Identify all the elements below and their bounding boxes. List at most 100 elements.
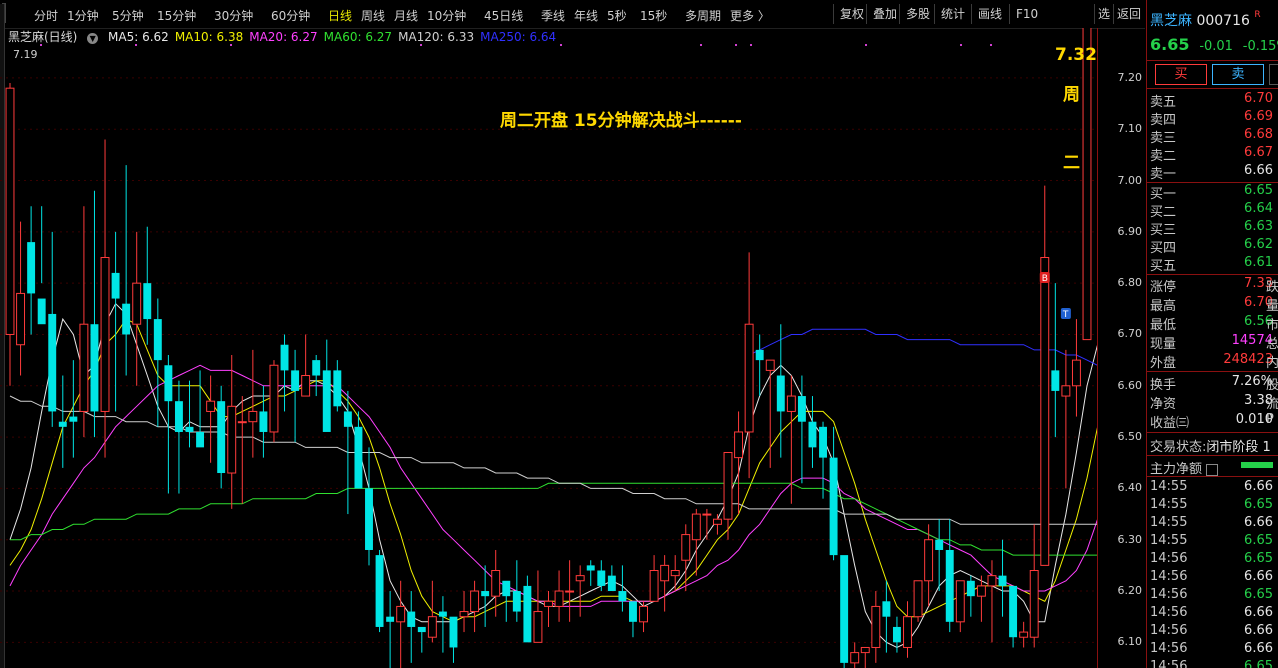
- candle-body-10: [111, 272, 120, 299]
- sell-button[interactable]: 卖: [1212, 64, 1264, 85]
- tick-row-6: 14:56 6.65: [1147, 587, 1278, 605]
- toolbar-button-4[interactable]: 画线: [971, 4, 1008, 24]
- candle-body-9: [100, 257, 110, 412]
- period-tab-3[interactable]: 15分钟: [157, 7, 196, 24]
- buy-button[interactable]: 买: [1155, 64, 1207, 85]
- tick-row-5: 14:56 6.66: [1147, 569, 1278, 587]
- candle-body-60: [639, 605, 648, 623]
- toolbar-button-2[interactable]: 多股: [899, 4, 936, 24]
- candle-body-26: [280, 344, 289, 371]
- period-tab-8[interactable]: 月线: [394, 7, 418, 24]
- stat-row-0: 涨停 7.33 跌: [1147, 276, 1278, 295]
- main-flow-icon[interactable]: [1206, 463, 1219, 476]
- period-tab-11[interactable]: 季线: [541, 7, 565, 24]
- stat-row-4: 外盘 248423 内: [1147, 352, 1278, 371]
- stat-row-2: 最低 6.56 市: [1147, 314, 1278, 333]
- period-tab-9[interactable]: 10分钟: [427, 7, 466, 24]
- period-tab-7[interactable]: 周线: [361, 7, 385, 24]
- candle-body-72: [765, 359, 775, 371]
- price-line: 6.65 -0.01 -0.15%: [1150, 35, 1278, 54]
- period-tab-12[interactable]: 年线: [574, 7, 598, 24]
- candle-body-51: [544, 600, 553, 607]
- period-tab-4[interactable]: 30分钟: [214, 7, 253, 24]
- tick-row-10: 14:56 6.65: [1147, 659, 1278, 668]
- top-marker-0: [40, 44, 42, 46]
- candle-body-78: [829, 457, 838, 556]
- candle-body-29: [312, 360, 321, 376]
- ask-row-0-value: 6.70: [1244, 91, 1273, 106]
- stat-row-0-label: 涨停: [1150, 280, 1177, 295]
- period-tab-5[interactable]: 60分钟: [271, 7, 310, 24]
- stat-row-4-label: 外盘: [1150, 356, 1177, 371]
- stat2-row-2: 收益㈢ 0.010 P: [1147, 412, 1278, 431]
- candle-body-65: [691, 513, 701, 541]
- stat-row-0-suffix: 跌: [1266, 280, 1278, 295]
- toolbar-far-button-0[interactable]: 选: [1094, 4, 1113, 24]
- price-tick-9: 6.30: [1117, 532, 1143, 546]
- ask-row-3: 卖二 6.67: [1147, 145, 1278, 164]
- candle-body-67: [712, 518, 722, 525]
- candle-body-61: [649, 570, 659, 602]
- candle-body-94: [998, 575, 1007, 586]
- more-button[interactable]: [1269, 64, 1278, 85]
- candle-body-27: [291, 370, 300, 391]
- last-price: 6.65: [1150, 35, 1190, 54]
- candle-body-35: [375, 555, 384, 627]
- candle-body-97: [1029, 570, 1039, 638]
- period-tab-15[interactable]: 多周期: [685, 7, 721, 24]
- candle-body-52: [554, 590, 564, 607]
- candle-body-8: [90, 324, 99, 412]
- candle-body-43: [459, 611, 469, 618]
- candle-body-101: [1071, 359, 1081, 387]
- candle-body-102: [1082, 28, 1092, 341]
- period-tab-0[interactable]: 分时: [34, 7, 58, 24]
- tick-row-6-label: 14:56: [1150, 587, 1188, 602]
- candle-body-7: [79, 323, 89, 412]
- candle-body-82: [871, 605, 881, 648]
- tick-row-10-label: 14:56: [1150, 659, 1188, 668]
- quote-panel: 黑芝麻 000716 R 6.65 -0.01 -0.15% 买 卖 卖五 6.7…: [1146, 0, 1278, 668]
- period-tab-16[interactable]: 更多 〉: [730, 7, 770, 24]
- period-tab-2[interactable]: 5分钟: [112, 7, 144, 24]
- ma-line-ma10: [9, 318, 1097, 623]
- ask-row-4-label: 卖一: [1150, 167, 1177, 182]
- candle-body-86: [913, 580, 923, 618]
- candle-body-17: [185, 426, 194, 432]
- candle-body-76: [808, 421, 817, 448]
- period-tab-6[interactable]: 日线: [328, 7, 352, 24]
- tick-row-10-value: 6.65: [1244, 659, 1273, 668]
- toolbar-button-3[interactable]: 统计: [934, 4, 971, 24]
- period-tab-10[interactable]: 45日线: [484, 7, 523, 24]
- stat-row-1-suffix: 量: [1266, 299, 1278, 314]
- stat-row-2-label: 最低: [1150, 318, 1177, 333]
- period-tab-14[interactable]: 15秒: [640, 7, 667, 24]
- candle-body-11: [122, 303, 131, 335]
- top-marker-3: [420, 44, 422, 46]
- candle-body-22: [237, 421, 247, 424]
- candle-body-58: [618, 591, 627, 602]
- price-tick-8: 6.40: [1117, 481, 1143, 495]
- price-tick-11: 6.10: [1117, 635, 1143, 649]
- candle-body-88: [935, 539, 944, 550]
- candle-body-95: [1009, 585, 1018, 638]
- toolbar-button-1[interactable]: 叠加: [866, 4, 903, 24]
- period-tab-1[interactable]: 1分钟: [67, 7, 99, 24]
- bid-row-4-label: 买五: [1150, 259, 1177, 274]
- trade-status: 交易状态:闭市阶段 1: [1150, 436, 1271, 455]
- toolbar-button-5[interactable]: F10: [1009, 4, 1044, 24]
- toolbar-far-button-1[interactable]: 返回: [1113, 4, 1144, 24]
- price-tick-5: 6.70: [1117, 327, 1143, 341]
- candle-body-33: [354, 426, 363, 489]
- ma-line-ma5: [9, 302, 1097, 649]
- top-marker-1: [135, 44, 137, 46]
- kline-chart[interactable]: 周二开盘 15分钟解决战斗------ 7.32 周二 7.19 B T: [0, 28, 1097, 668]
- ask-row-2-label: 卖三: [1150, 131, 1177, 146]
- candle-body-19: [206, 400, 216, 412]
- candle-body-15: [164, 365, 173, 402]
- toolbar-button-0[interactable]: 复权: [833, 4, 870, 24]
- period-tab-13[interactable]: 5秒: [607, 7, 627, 24]
- candle-body-13: [143, 283, 152, 320]
- candle-body-0: [5, 87, 15, 335]
- candle-body-34: [365, 488, 373, 550]
- main-flow: 主力净额: [1150, 458, 1219, 477]
